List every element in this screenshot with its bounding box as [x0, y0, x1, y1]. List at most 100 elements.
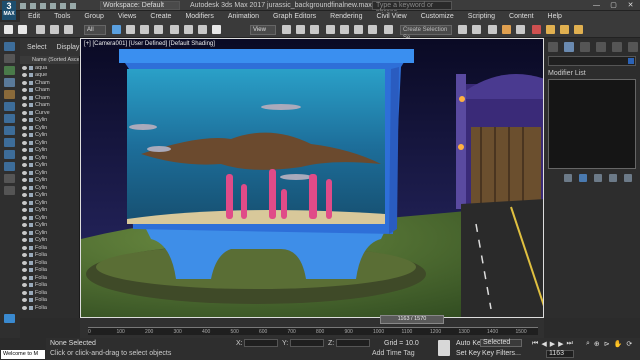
hierarchy-tab-icon[interactable] [580, 42, 590, 52]
save-file-icon[interactable] [40, 2, 46, 9]
scene-tree-item[interactable]: Folia [20, 304, 79, 312]
schematic-view-icon[interactable] [516, 25, 525, 34]
set-key-icon[interactable] [438, 340, 450, 356]
scene-tree-item[interactable]: Folia [20, 282, 79, 290]
visibility-eye-icon[interactable] [22, 283, 27, 288]
scene-tree-item[interactable]: Cylin [20, 147, 79, 155]
visibility-eye-icon[interactable] [22, 193, 27, 198]
visibility-eye-icon[interactable] [22, 80, 27, 85]
edit-named-selection-icon[interactable] [384, 25, 393, 34]
scene-tree-item[interactable]: Cham [20, 102, 79, 110]
modifier-stack[interactable] [548, 79, 636, 169]
display-space-warps-icon[interactable] [4, 126, 15, 135]
x-coordinate-field[interactable] [244, 339, 278, 347]
pan-icon[interactable]: ✋ [614, 340, 623, 348]
y-coordinate-field[interactable] [290, 339, 324, 347]
go-to-end-icon[interactable]: ⏭ [566, 340, 572, 347]
menu-views[interactable]: Views [118, 13, 137, 20]
open-file-icon[interactable] [30, 2, 36, 9]
visibility-eye-icon[interactable] [22, 215, 27, 220]
scene-tree-item[interactable]: Folia [20, 259, 79, 267]
material-editor-icon[interactable] [532, 25, 541, 34]
scene-tree-item[interactable]: Folia [20, 289, 79, 297]
visibility-eye-icon[interactable] [22, 103, 27, 108]
visibility-eye-icon[interactable] [22, 290, 27, 295]
visibility-eye-icon[interactable] [22, 73, 27, 78]
invert-display-icon[interactable] [4, 186, 15, 195]
configure-modifier-sets-icon[interactable] [624, 174, 632, 182]
scene-tree-item[interactable]: Folia [20, 252, 79, 260]
scene-tree-item[interactable]: Cylin [20, 207, 79, 215]
visibility-eye-icon[interactable] [22, 65, 27, 70]
display-helpers-icon[interactable] [4, 114, 15, 123]
scene-tree-item[interactable]: Cylin [20, 199, 79, 207]
rectangular-selection-icon[interactable] [140, 25, 149, 34]
scene-tree-item[interactable]: Cylin [20, 124, 79, 132]
visibility-eye-icon[interactable] [22, 275, 27, 280]
redo-icon[interactable] [60, 2, 66, 9]
move-icon[interactable] [170, 25, 179, 34]
scene-tree-item[interactable]: aqua [20, 64, 79, 72]
pivot-center-icon[interactable] [282, 25, 291, 34]
scene-tree-item[interactable]: Cylin [20, 177, 79, 185]
scene-tree-item[interactable]: Folia [20, 274, 79, 282]
visibility-eye-icon[interactable] [22, 163, 27, 168]
visibility-eye-icon[interactable] [22, 268, 27, 273]
visibility-eye-icon[interactable] [22, 88, 27, 93]
modifier-list-dropdown[interactable]: Modifier List [548, 70, 586, 77]
viewport-label[interactable]: [+] [Camera001] [User Defined] [Default … [84, 41, 215, 47]
column-header-name[interactable]: Name (Sorted Ascen [20, 56, 79, 64]
key-mode-dropdown[interactable]: Selected [480, 339, 522, 347]
menu-create[interactable]: Create [150, 13, 171, 20]
previous-frame-icon[interactable]: ◀ [541, 340, 546, 348]
menu-content[interactable]: Content [509, 13, 534, 20]
field-of-view-icon[interactable]: ⊳ [604, 340, 610, 348]
mirror-icon[interactable] [458, 25, 467, 34]
add-time-tag-button[interactable]: Add Time Tag [372, 350, 415, 357]
undo-icon[interactable] [50, 2, 56, 9]
object-color-swatch[interactable] [628, 58, 634, 64]
reference-coordinate-dropdown[interactable]: View [250, 25, 276, 35]
scene-tree-item[interactable]: Folia [20, 297, 79, 305]
menu-animation[interactable]: Animation [228, 13, 259, 20]
scene-tree-item[interactable]: Folia [20, 244, 79, 252]
tab-display[interactable]: Display [56, 44, 79, 51]
keyboard-shortcut-icon[interactable] [310, 25, 319, 34]
curve-editor-icon[interactable] [502, 25, 511, 34]
scene-tree-item[interactable]: Cylin [20, 192, 79, 200]
pin-stack-icon[interactable] [564, 174, 572, 182]
spinner-snap-icon[interactable] [368, 25, 377, 34]
scene-tree-item[interactable]: Cylin [20, 184, 79, 192]
angle-snap-icon[interactable] [340, 25, 349, 34]
display-containers-icon[interactable] [4, 150, 15, 159]
menu-help[interactable]: Help [548, 13, 562, 20]
undo-icon[interactable] [4, 25, 13, 34]
menu-scripting[interactable]: Scripting [468, 13, 495, 20]
menu-edit[interactable]: Edit [28, 13, 40, 20]
current-frame-field[interactable]: 1163 [546, 350, 574, 358]
align-icon[interactable] [472, 25, 481, 34]
scene-tree-item[interactable]: Cylin [20, 237, 79, 245]
new-file-icon[interactable] [20, 2, 26, 9]
unlink-icon[interactable] [50, 25, 59, 34]
zoom-all-icon[interactable]: ⊕ [594, 340, 600, 348]
modify-tab-icon[interactable] [564, 42, 574, 52]
select-filter-icon[interactable] [4, 42, 15, 51]
visibility-eye-icon[interactable] [22, 245, 27, 250]
visibility-eye-icon[interactable] [22, 118, 27, 123]
display-xrefs-icon[interactable] [4, 162, 15, 171]
display-lights-icon[interactable] [4, 90, 15, 99]
make-unique-icon[interactable] [594, 174, 602, 182]
display-all-icon[interactable] [4, 174, 15, 183]
redo-icon[interactable] [18, 25, 27, 34]
zoom-icon[interactable]: ⌕ [586, 340, 590, 348]
remove-modifier-icon[interactable] [609, 174, 617, 182]
visibility-eye-icon[interactable] [22, 230, 27, 235]
visibility-eye-icon[interactable] [22, 140, 27, 145]
percent-snap-icon[interactable] [354, 25, 363, 34]
show-end-result-icon[interactable] [579, 174, 587, 182]
display-shapes-icon[interactable] [4, 78, 15, 87]
selection-filter-dropdown[interactable]: All [84, 25, 106, 35]
menu-tools[interactable]: Tools [54, 13, 70, 20]
workspace-dropdown[interactable]: Workspace: Default [100, 1, 180, 10]
